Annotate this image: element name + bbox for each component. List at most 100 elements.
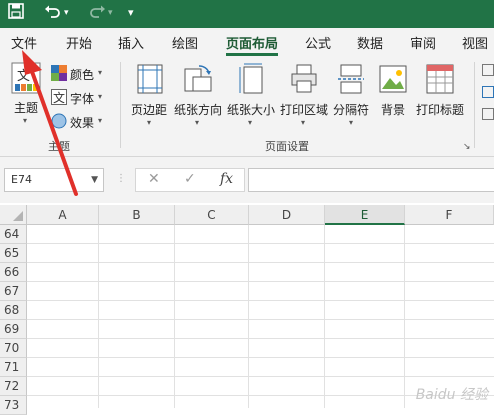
redo-dropdown-icon[interactable]: ▾: [108, 3, 113, 23]
fonts-label: 字体: [70, 92, 95, 106]
redo-icon[interactable]: [88, 3, 106, 19]
print-area-icon: [291, 64, 317, 93]
tab-insert[interactable]: 插入: [118, 33, 144, 52]
print-area-label: 打印区域: [280, 103, 329, 117]
chevron-down-icon: ▾: [98, 116, 103, 125]
gridline: [174, 225, 175, 408]
column-header-f[interactable]: F: [405, 205, 494, 225]
select-all-button[interactable]: [0, 205, 27, 225]
page-size-icon: [239, 63, 263, 94]
print-titles-button[interactable]: 打印标题: [414, 60, 466, 130]
gridline: [324, 225, 325, 408]
tab-data[interactable]: 数据: [357, 33, 383, 52]
chevron-down-icon[interactable]: ▼: [91, 169, 98, 191]
tab-draw[interactable]: 绘图: [172, 33, 198, 52]
chevron-down-icon: ▾: [98, 92, 103, 101]
name-box-value: E74: [11, 173, 32, 186]
column-header-b[interactable]: B: [99, 205, 175, 225]
colors-button[interactable]: 颜色 ▾: [51, 64, 111, 84]
background-button[interactable]: 背景: [375, 60, 411, 130]
customize-qat-icon[interactable]: ▾: [128, 3, 134, 23]
size-label: 纸张大小: [227, 103, 276, 117]
effects-icon: [51, 113, 67, 129]
svg-text:文: 文: [53, 90, 65, 105]
breaks-button[interactable]: 分隔符 ▾: [330, 60, 372, 130]
row-header[interactable]: 64: [0, 225, 27, 244]
chevron-down-icon: ▾: [98, 68, 103, 77]
gridline: [248, 225, 249, 408]
formula-bar-area: E74 ▼ ⋮ ✕ ✓ fx: [0, 157, 494, 203]
column-header-e[interactable]: E: [325, 205, 405, 225]
print-titles-icon: [426, 64, 454, 94]
gridline: [98, 225, 99, 408]
column-header-d[interactable]: D: [249, 205, 325, 225]
name-box[interactable]: E74 ▼: [4, 168, 104, 192]
more-options-icon[interactable]: ⋮: [116, 173, 126, 184]
font-icon: 文: [51, 89, 67, 105]
chevron-down-icon: ▾: [195, 118, 200, 127]
save-icon[interactable]: [8, 3, 24, 19]
margins-label: 页边距: [131, 103, 168, 117]
breaks-icon: [338, 64, 364, 94]
column-header-a[interactable]: A: [27, 205, 99, 225]
tab-file[interactable]: 文件: [11, 33, 37, 52]
next-group-icon: [482, 64, 494, 124]
row-header[interactable]: 73: [0, 396, 27, 415]
ribbon-tabs: 文件 开始 插入 绘图 页面布局 公式 数据 审阅 视图: [0, 28, 494, 56]
row-header[interactable]: 68: [0, 301, 27, 320]
row-header[interactable]: 66: [0, 263, 27, 282]
colors-label: 颜色: [70, 68, 95, 82]
chevron-down-icon: ▾: [23, 116, 28, 125]
orientation-button[interactable]: 纸张方向 ▾: [172, 60, 224, 130]
tab-review[interactable]: 审阅: [410, 33, 436, 52]
effects-label: 效果: [70, 116, 95, 130]
formula-buttons: ✕ ✓ fx: [135, 168, 245, 192]
background-label: 背景: [381, 103, 406, 117]
themes-label: 主题: [14, 101, 39, 115]
orientation-icon: [184, 65, 212, 92]
page-setup-group-label: 页面设置: [265, 140, 309, 153]
svg-text:文: 文: [17, 69, 30, 84]
undo-icon[interactable]: [44, 3, 62, 19]
undo-dropdown-icon[interactable]: ▾: [64, 3, 69, 23]
tab-home[interactable]: 开始: [66, 33, 92, 52]
row-header[interactable]: 69: [0, 320, 27, 339]
effects-button[interactable]: 效果 ▾: [51, 112, 111, 132]
insert-function-icon[interactable]: fx: [220, 171, 233, 187]
tab-page-layout[interactable]: 页面布局: [226, 33, 278, 52]
formula-input[interactable]: [248, 168, 494, 192]
tab-view[interactable]: 视图: [462, 33, 488, 52]
print-titles-label: 打印标题: [416, 103, 465, 117]
row-header[interactable]: 65: [0, 244, 27, 263]
margins-button[interactable]: 页边距 ▾: [128, 60, 172, 130]
ribbon: 文 主题 ▾ 颜色 ▾ 文 字体 ▾ 效果 ▾ 主题 页边距 ▾ 纸张方向 ▾ …: [0, 56, 494, 157]
cancel-icon[interactable]: ✕: [148, 171, 160, 187]
column-header-c[interactable]: C: [175, 205, 249, 225]
row-header[interactable]: 72: [0, 377, 27, 396]
enter-icon[interactable]: ✓: [184, 171, 196, 187]
group-divider: [474, 62, 475, 148]
chevron-down-icon: ▾: [301, 118, 306, 127]
worksheet-grid[interactable]: A B C D E F 64 65 66 67 68 69 70 71 72 7…: [0, 205, 494, 415]
tab-formulas[interactable]: 公式: [305, 33, 331, 52]
palette-icon: [51, 65, 67, 81]
row-header[interactable]: 71: [0, 358, 27, 377]
row-header[interactable]: 70: [0, 339, 27, 358]
row-header[interactable]: 67: [0, 282, 27, 301]
margins-icon: [137, 64, 163, 94]
breaks-label: 分隔符: [333, 103, 370, 117]
title-bar: ▾ ▾ ▾: [0, 0, 494, 28]
dialog-launcher-icon[interactable]: ↘: [463, 142, 471, 152]
chevron-down-icon: ▾: [248, 118, 253, 127]
print-area-button[interactable]: 打印区域 ▾: [278, 60, 330, 130]
themes-button[interactable]: 文 主题 ▾: [6, 60, 46, 130]
themes-group-label: 主题: [48, 140, 70, 153]
orientation-label: 纸张方向: [174, 103, 223, 117]
gridline: [404, 225, 405, 408]
themes-icon: 文: [11, 62, 41, 94]
chevron-down-icon: ▾: [349, 118, 354, 127]
fonts-button[interactable]: 文 字体 ▾: [51, 88, 111, 108]
chevron-down-icon: ▾: [147, 118, 152, 127]
size-button[interactable]: 纸张大小 ▾: [225, 60, 277, 130]
group-divider: [120, 62, 121, 148]
